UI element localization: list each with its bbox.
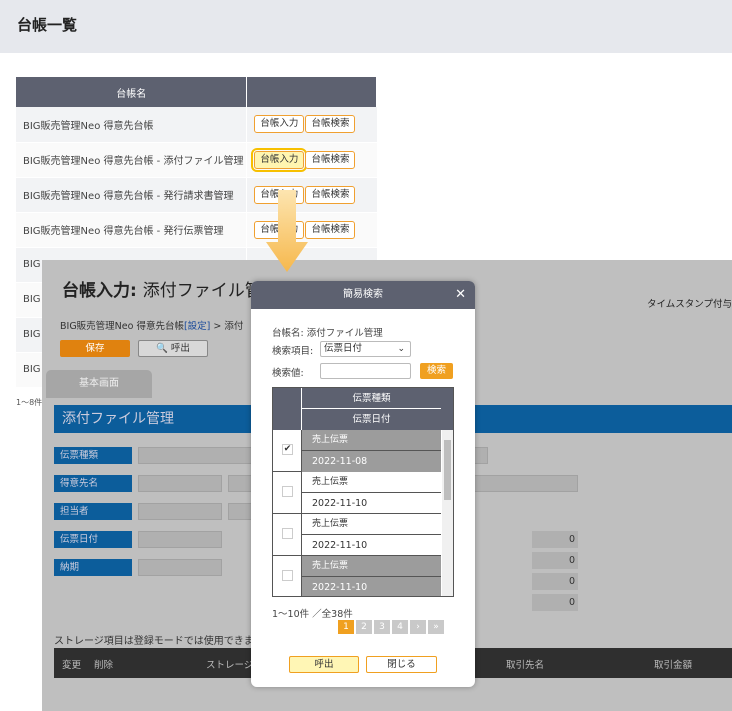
scrollbar-thumb[interactable] [444, 440, 451, 500]
ledger-name: BIG販売管理Neo 得意先台帳 - 発行伝票管理 [16, 212, 247, 248]
save-button[interactable]: 保存 [60, 340, 130, 357]
col-delete: 削除 [94, 660, 114, 671]
result-grid: 伝票種類 伝票日付 ✔ 売上伝票 2022-11-08 売上伝票 2022-11… [272, 387, 454, 597]
list-item[interactable]: ✔ 売上伝票 2022-11-08 [273, 430, 441, 472]
search-field-label: 検索項目: [272, 346, 314, 357]
ledger-search-button[interactable]: 台帳検索 [305, 150, 356, 169]
field-label: 納期 [54, 559, 132, 576]
slip-date: 2022-11-10 [301, 535, 441, 556]
slip-type: 売上伝票 [301, 556, 441, 577]
pagination: 1 2 3 4 ›» [338, 620, 446, 634]
slip-date: 2022-11-10 [301, 577, 441, 596]
field-input[interactable] [138, 503, 222, 520]
ledger-name-label: 台帳名: 添付ファイル管理 [272, 328, 383, 339]
page-title: 台帳一覧 [17, 16, 78, 34]
scrollbar[interactable] [442, 430, 453, 596]
page-1[interactable]: 1 [338, 620, 354, 634]
close-button[interactable]: 閉じる [366, 656, 437, 673]
search-icon: 🔍 [156, 343, 168, 354]
close-icon[interactable]: ✕ [455, 281, 466, 309]
field-label: 伝票日付 [54, 531, 132, 548]
chevron-down-icon: ⌄ [397, 344, 405, 354]
ledger-search-button[interactable]: 台帳検索 [305, 220, 356, 239]
dialog-header: 簡易検索 ✕ [251, 281, 475, 309]
page-2[interactable]: 2 [356, 620, 372, 634]
search-value-label: 検索値: [272, 368, 304, 379]
list-item[interactable]: 売上伝票 2022-11-10 [273, 514, 441, 556]
page-4[interactable]: 4 [392, 620, 408, 634]
ledger-name: BIG販売管理Neo 得意先台帳 [16, 107, 247, 143]
form-title: 台帳入力: 添付ファイル管理 [62, 281, 279, 301]
quick-search-dialog: 簡易検索 ✕ 台帳名: 添付ファイル管理 検索項目: 伝票日付 ⌄ 検索値: 検索… [251, 281, 475, 687]
table-row: BIG販売管理Neo 得意先台帳 - 発行伝票管理台帳入力台帳検索 [16, 212, 377, 248]
table-row: BIG販売管理Neo 得意先台帳 - 添付ファイル管理 台帳入力 台帳検索 [16, 142, 377, 178]
result-count: 1～10件 ／全38件 [272, 609, 353, 620]
storage-note: ストレージ項目は登録モードでは使用できま [54, 636, 254, 647]
ledger-count: 1～8件 [16, 398, 43, 407]
field-label: 得意先名 [54, 475, 132, 492]
call-button[interactable]: 呼出 [289, 656, 359, 673]
ledger-name: BIG販売管理Neo 得意先台帳 - 添付ファイル管理 [16, 142, 247, 178]
amount-value: 0 [532, 552, 578, 569]
slip-type: 売上伝票 [301, 430, 441, 451]
field-input[interactable] [138, 559, 222, 576]
list-item[interactable]: 売上伝票 2022-11-10 [273, 556, 441, 596]
row-checkbox[interactable] [282, 486, 293, 497]
col-change: 変更 [62, 660, 82, 671]
col-slip-type: 伝票種類 [301, 388, 441, 409]
grid-header: 伝票種類 伝票日付 [273, 388, 453, 430]
ledger-header-actions [246, 77, 377, 107]
ledger-search-button[interactable]: 台帳検索 [305, 185, 356, 204]
breadcrumb-settings-link[interactable]: [設定] [184, 321, 210, 332]
row-checkbox[interactable] [282, 570, 293, 581]
row-checkbox[interactable]: ✔ [282, 444, 293, 455]
slip-date: 2022-11-08 [301, 451, 441, 472]
table-row: BIG販売管理Neo 得意先台帳 台帳入力 台帳検索 [16, 107, 377, 143]
slip-date: 2022-11-10 [301, 493, 441, 514]
col-amount: 取引金額 [654, 660, 693, 671]
page-header: 台帳一覧 [0, 0, 732, 53]
ledger-input-button[interactable]: 台帳入力 [251, 147, 308, 172]
timestamp-label: タイムスタンプ付与 [646, 299, 732, 310]
ledger-name: BIG販売管理Neo 得意先台帳 - 発行請求書管理 [16, 177, 247, 213]
slip-type: 売上伝票 [301, 472, 441, 493]
field-input[interactable] [138, 475, 222, 492]
col-slip-date: 伝票日付 [301, 409, 441, 430]
amount-value: 0 [532, 573, 578, 590]
field-label: 担当者 [54, 503, 132, 520]
row-checkbox[interactable] [282, 528, 293, 539]
ledger-search-button[interactable]: 台帳検索 [305, 115, 356, 134]
call-button[interactable]: 🔍 呼出 [138, 340, 208, 357]
ledger-header-name: 台帳名 [16, 77, 248, 107]
search-value-input[interactable] [320, 363, 411, 379]
arrow-down-icon [266, 190, 308, 272]
search-button[interactable]: 検索 [420, 363, 453, 379]
ledger-input-button[interactable]: 台帳入力 [254, 115, 305, 134]
col-storage: ストレージ [206, 660, 254, 671]
search-field-select[interactable]: 伝票日付 ⌄ [320, 341, 411, 357]
page-3[interactable]: 3 [374, 620, 390, 634]
slip-type: 売上伝票 [301, 514, 441, 535]
breadcrumb: BIG販売管理Neo 得意先台帳[設定] > 添付 [60, 321, 244, 332]
amount-value: 0 [532, 531, 578, 548]
table-row: BIG販売管理Neo 得意先台帳 - 発行請求書管理台帳入力台帳検索 [16, 177, 377, 213]
field-label: 伝票種類 [54, 447, 132, 464]
field-input[interactable] [138, 531, 222, 548]
tab-basic[interactable]: 基本画面 [46, 370, 152, 398]
amount-value: 0 [532, 594, 578, 611]
list-item[interactable]: 売上伝票 2022-11-10 [273, 472, 441, 514]
col-client: 取引先名 [506, 660, 545, 671]
next-page-icon[interactable]: › [410, 620, 426, 634]
last-page-icon[interactable]: » [428, 620, 444, 634]
dialog-title: 簡易検索 [343, 289, 383, 300]
